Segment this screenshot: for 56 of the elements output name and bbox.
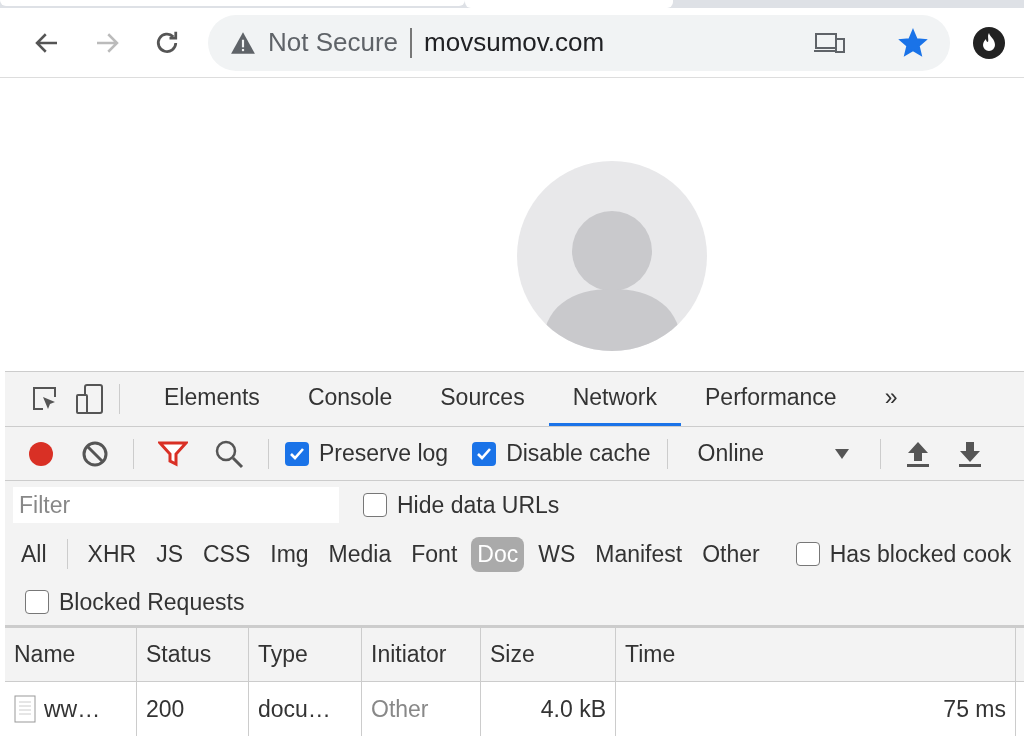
type-filter[interactable]: WS: [532, 536, 582, 572]
devtools-tab[interactable]: Console: [283, 372, 417, 426]
check-icon: [289, 446, 305, 461]
table-cell: docu…: [249, 682, 362, 736]
search-icon: [214, 438, 244, 469]
device-icon: [75, 383, 105, 415]
checkbox[interactable]: [472, 441, 497, 466]
devtools-tab[interactable]: Performance: [681, 372, 861, 426]
url-text: movsumov.com: [424, 27, 606, 59]
column-header[interactable]: Type: [249, 628, 362, 682]
check-icon: [476, 446, 493, 461]
checkbox[interactable]: [285, 441, 309, 466]
security-label: Not Secure: [268, 27, 399, 59]
type-filter[interactable]: Media: [322, 536, 398, 572]
column-header[interactable]: Size: [481, 628, 616, 682]
funnel-icon: [158, 440, 188, 467]
checkbox-label: Preserve log: [319, 440, 449, 467]
devtools-tab[interactable]: Network: [548, 372, 681, 426]
column-header[interactable]: Name: [5, 628, 137, 682]
download-icon: [957, 439, 984, 468]
type-filter[interactable]: Img: [264, 536, 315, 572]
document-icon: [14, 695, 36, 723]
checkbox-label: Blocked Requests: [59, 588, 245, 616]
type-filter[interactable]: Other: [696, 536, 766, 572]
type-filter[interactable]: CSS: [196, 536, 257, 572]
type-filter[interactable]: XHR: [81, 536, 143, 572]
cursor-icon: [31, 385, 59, 413]
flame-icon: [972, 25, 1006, 60]
request-name: ww…: [44, 695, 101, 723]
table-cell: 4.0 kB: [481, 682, 616, 736]
checkbox[interactable]: [795, 542, 820, 566]
type-filter[interactable]: All: [15, 536, 53, 572]
devtools-tab[interactable]: Elements: [140, 372, 284, 426]
checkbox-label: Disable cache: [506, 440, 651, 467]
address-bar[interactable]: Not Secure movsumov.com: [208, 14, 950, 71]
type-filter[interactable]: Font: [405, 536, 464, 572]
devices-icon: [814, 30, 846, 55]
devtools-tab[interactable]: Sources: [416, 372, 549, 426]
checkbox[interactable]: [363, 493, 387, 517]
filter-field[interactable]: Filter: [13, 487, 339, 523]
more-tabs-button[interactable]: »: [860, 372, 922, 426]
column-header[interactable]: Time: [616, 628, 1016, 682]
throttling-dropdown[interactable]: Online: [683, 440, 865, 467]
column-header[interactable]: Status: [137, 628, 249, 682]
block-icon: [81, 439, 109, 468]
checkbox-label: Has blocked cook: [829, 540, 1012, 568]
table-cell: Other: [362, 682, 481, 736]
checkbox-label: Hide data URLs: [397, 491, 560, 519]
type-filter[interactable]: JS: [150, 536, 189, 572]
column-header[interactable]: Initiator: [362, 628, 481, 682]
checkbox[interactable]: [25, 590, 49, 614]
warning-icon: [230, 30, 256, 55]
caret-icon: [834, 447, 851, 460]
table-cell: 200: [137, 682, 249, 736]
type-filter[interactable]: Manifest: [589, 536, 689, 572]
table-cell: 75 ms: [616, 682, 1016, 736]
